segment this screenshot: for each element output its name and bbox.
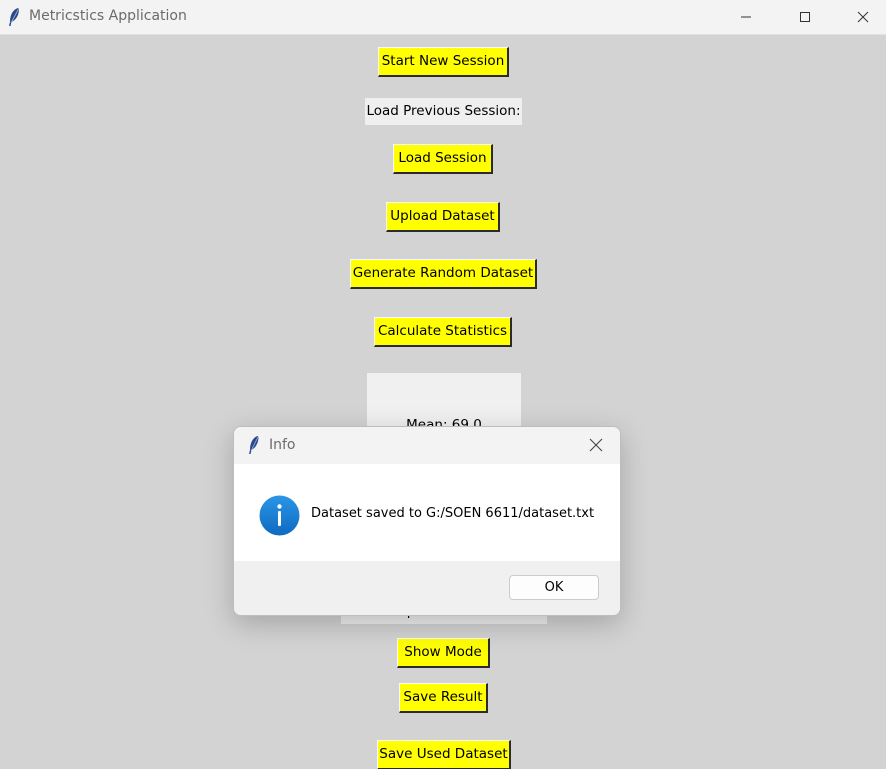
dialog-footer: OK [234,561,620,615]
main-panel: Start New Session Load Previous Session:… [0,35,886,769]
info-icon [259,495,300,536]
load-session-button[interactable]: Load Session [393,144,493,174]
dialog-title: Info [269,437,296,453]
dialog-body: Dataset saved to G:/SOEN 6611/dataset.tx… [234,464,620,561]
start-new-session-button[interactable]: Start New Session [378,47,509,77]
dialog-titlebar: Info [234,427,620,464]
window-title: Metricstics Application [29,8,187,24]
close-icon[interactable] [589,438,603,452]
save-used-dataset-button[interactable]: Save Used Dataset [377,740,511,769]
feather-icon [9,8,19,26]
ok-button[interactable]: OK [509,575,599,600]
info-dialog: Info Dataset saved to G:/SOEN 6611/datas… [233,426,621,616]
maximize-icon [800,12,810,22]
load-previous-session-label: Load Previous Session: [365,98,522,125]
save-result-button[interactable]: Save Result [399,683,488,713]
close-icon [857,11,869,23]
minimize-button[interactable] [723,0,769,34]
minimize-icon [741,16,751,18]
window-titlebar: Metricstics Application [0,0,886,35]
generate-random-dataset-button[interactable]: Generate Random Dataset [350,259,537,289]
show-mode-button[interactable]: Show Mode [397,638,490,668]
upload-dataset-button[interactable]: Upload Dataset [386,202,500,232]
feather-icon [249,436,259,454]
close-button[interactable] [840,0,886,34]
maximize-button[interactable] [782,0,828,34]
calculate-statistics-button[interactable]: Calculate Statistics [374,317,512,347]
dialog-message: Dataset saved to G:/SOEN 6611/dataset.tx… [311,506,595,521]
